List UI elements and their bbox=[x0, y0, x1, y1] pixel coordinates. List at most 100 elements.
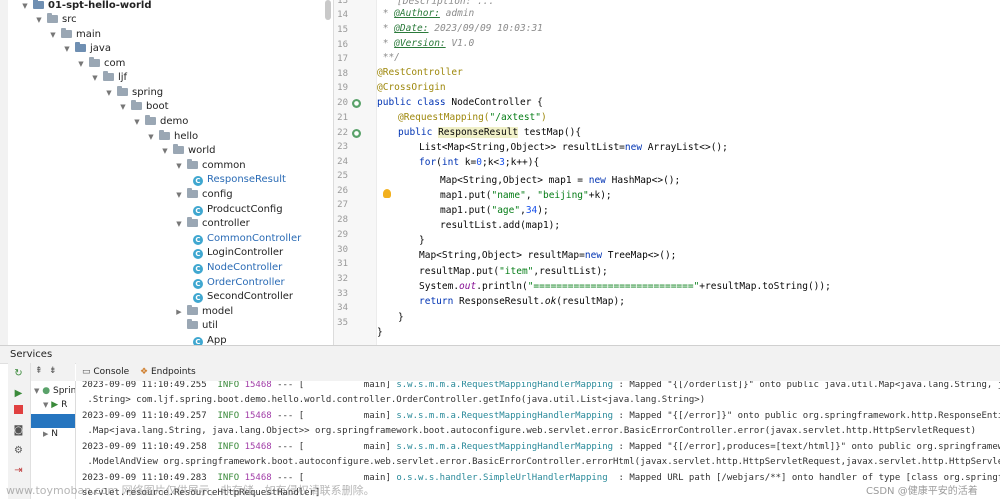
code-editor[interactable]: [Description: ... * @Author: admin * @Da… bbox=[377, 0, 1000, 345]
tree-item-secondcontroller[interactable]: C SecondController bbox=[193, 289, 293, 304]
tree-scrollbar[interactable] bbox=[325, 0, 331, 20]
package-icon bbox=[89, 57, 100, 67]
chevron-down-icon[interactable]: ▼ bbox=[174, 217, 184, 232]
tree-item-common[interactable]: ▼ common bbox=[174, 158, 246, 173]
services-tree-toolbar: ⇞ ⇟ bbox=[31, 363, 75, 382]
chevron-right-icon[interactable]: ▶ bbox=[43, 430, 48, 438]
log-line: .String> com.ljf.spring.boot.demo.hello.… bbox=[82, 395, 706, 405]
code-line-21: @RequestMapping("/axtest") bbox=[398, 112, 547, 123]
chevron-down-icon[interactable]: ▼ bbox=[146, 130, 156, 145]
tree-item-util[interactable]: util bbox=[174, 318, 218, 333]
csdn-watermark: CSDN @健康平安的活着 bbox=[866, 486, 978, 497]
code-line-14: * @Author: admin bbox=[377, 8, 475, 19]
chevron-down-icon[interactable]: ▼ bbox=[34, 13, 44, 28]
tab-console[interactable]: ▭ Console bbox=[82, 363, 129, 381]
chevron-down-icon[interactable]: ▼ bbox=[160, 144, 170, 159]
chevron-down-icon[interactable]: ▼ bbox=[48, 28, 58, 43]
endpoint-gutter-icon[interactable]: ● bbox=[352, 129, 361, 138]
tree-item-hello[interactable]: ▼ hello bbox=[146, 129, 198, 144]
line-number: 27 bbox=[337, 200, 348, 210]
chevron-down-icon[interactable]: ▼ bbox=[62, 42, 72, 57]
package-icon bbox=[187, 188, 198, 198]
tree-item-nodecontroller[interactable]: C NodeController bbox=[193, 260, 282, 275]
exit-icon[interactable]: ⇥ bbox=[13, 465, 24, 476]
code-line-19: @CrossOrigin bbox=[377, 82, 446, 93]
chevron-down-icon[interactable]: ▼ bbox=[118, 100, 128, 115]
tree-item-logincontroller[interactable]: C LoginController bbox=[193, 245, 283, 260]
package-icon bbox=[173, 144, 184, 154]
tree-item-responseresult[interactable]: C ResponseResult bbox=[193, 172, 286, 187]
tree-item-boot[interactable]: ▼ boot bbox=[118, 99, 169, 114]
line-number: 28 bbox=[337, 215, 348, 225]
tree-item-commoncontroller[interactable]: C CommonController bbox=[193, 231, 301, 246]
refresh-icon[interactable]: ↻ bbox=[13, 368, 24, 379]
stop-icon[interactable] bbox=[14, 405, 23, 414]
code-line-33: return ResponseResult.ok(resultMap); bbox=[419, 296, 625, 307]
class-icon: C bbox=[193, 293, 203, 303]
tree-item-com[interactable]: ▼ com bbox=[76, 56, 125, 71]
services-title: Services bbox=[10, 349, 53, 360]
code-line-28: resultList.add(map1); bbox=[440, 220, 561, 231]
tree-item-src[interactable]: ▼ src bbox=[34, 12, 77, 27]
services-item-not-started[interactable]: ▶ N bbox=[43, 429, 58, 439]
tree-item-demo[interactable]: ▼ demo bbox=[132, 114, 188, 129]
tree-item-java[interactable]: ▼ java bbox=[62, 41, 111, 56]
tree-item-main[interactable]: ▼ main bbox=[48, 27, 101, 42]
code-line-35: } bbox=[377, 327, 383, 338]
source-folder-icon bbox=[75, 42, 86, 52]
line-number: 19 bbox=[337, 83, 348, 93]
chevron-down-icon[interactable]: ▼ bbox=[90, 71, 100, 86]
tree-item-spring[interactable]: ▼ spring bbox=[104, 85, 163, 100]
chevron-down-icon[interactable]: ▼ bbox=[174, 159, 184, 174]
tab-endpoints[interactable]: ❖ Endpoints bbox=[140, 363, 196, 381]
selected-service-row[interactable] bbox=[31, 414, 75, 428]
services-item-running[interactable]: ▼ ▶ R bbox=[43, 400, 67, 410]
run-icon[interactable]: ▶ bbox=[13, 388, 24, 399]
code-line-34: } bbox=[398, 312, 404, 323]
chevron-down-icon[interactable]: ▼ bbox=[43, 401, 48, 409]
class-icon: C bbox=[193, 235, 203, 245]
code-line-15: * @Date: 2023/09/09 10:03:31 bbox=[377, 23, 543, 34]
line-number: 14 bbox=[337, 10, 348, 20]
tree-item-ljf[interactable]: ▼ ljf bbox=[90, 70, 127, 85]
chevron-down-icon[interactable]: ▼ bbox=[174, 188, 184, 203]
chevron-down-icon[interactable]: ▼ bbox=[20, 0, 30, 14]
bean-gutter-icon[interactable]: ● bbox=[352, 99, 361, 108]
services-toolbar: ↻ ▶ ◙ ⚙ ⇥ bbox=[8, 363, 31, 499]
package-icon bbox=[187, 319, 198, 329]
tree-item-ordercontroller[interactable]: C OrderController bbox=[193, 275, 285, 290]
tree-item-app[interactable]: C App bbox=[193, 333, 227, 345]
spring-icon: ● bbox=[42, 386, 51, 396]
camera-icon[interactable]: ◙ bbox=[13, 425, 24, 436]
code-line-25: Map<String,Object> map1 = new HashMap<>(… bbox=[440, 175, 681, 186]
line-number: 26 bbox=[337, 186, 348, 196]
code-line-18: @RestController bbox=[377, 67, 463, 78]
tree-item-prodcuctconfig[interactable]: C ProdcuctConfig bbox=[193, 202, 283, 217]
editor-gutter: 13 14 15 16 17 18 19 20 ● 21 22 ● 23 24 … bbox=[334, 0, 377, 345]
tree-item-config[interactable]: ▼ config bbox=[174, 187, 233, 202]
package-icon bbox=[187, 159, 198, 169]
collapse-icon[interactable]: ⇞ bbox=[35, 366, 43, 376]
services-item-spring-boot[interactable]: ▼ ● Sprin bbox=[34, 386, 75, 396]
settings-icon[interactable]: ⚙ bbox=[13, 445, 24, 456]
chevron-down-icon[interactable]: ▼ bbox=[132, 115, 142, 130]
code-line-24: for(int k=0;k<3;k++){ bbox=[419, 157, 540, 168]
chevron-down-icon[interactable]: ▼ bbox=[76, 57, 86, 72]
tree-item-controller[interactable]: ▼ controller bbox=[174, 216, 250, 231]
line-number: 21 bbox=[337, 113, 348, 123]
log-line: .Map<java.lang.String, java.lang.Object>… bbox=[82, 426, 977, 436]
line-number: 32 bbox=[337, 274, 348, 284]
line-number: 34 bbox=[337, 303, 348, 313]
line-number: 15 bbox=[337, 25, 348, 35]
chevron-down-icon[interactable]: ▼ bbox=[104, 86, 114, 101]
line-number: 29 bbox=[337, 230, 348, 240]
tree-item-world[interactable]: ▼ world bbox=[160, 143, 216, 158]
lightbulb-icon[interactable] bbox=[383, 189, 391, 198]
line-number: 22 bbox=[337, 128, 348, 138]
class-icon: C bbox=[193, 264, 203, 274]
tree-item-model[interactable]: ▶ model bbox=[174, 304, 233, 319]
log-line: 2023-09-09 11:10:49.258 INFO 15468 --- [… bbox=[82, 442, 1000, 452]
expand-icon[interactable]: ⇟ bbox=[49, 366, 57, 376]
console-icon: ▭ bbox=[82, 367, 91, 377]
chevron-down-icon[interactable]: ▼ bbox=[34, 387, 39, 395]
